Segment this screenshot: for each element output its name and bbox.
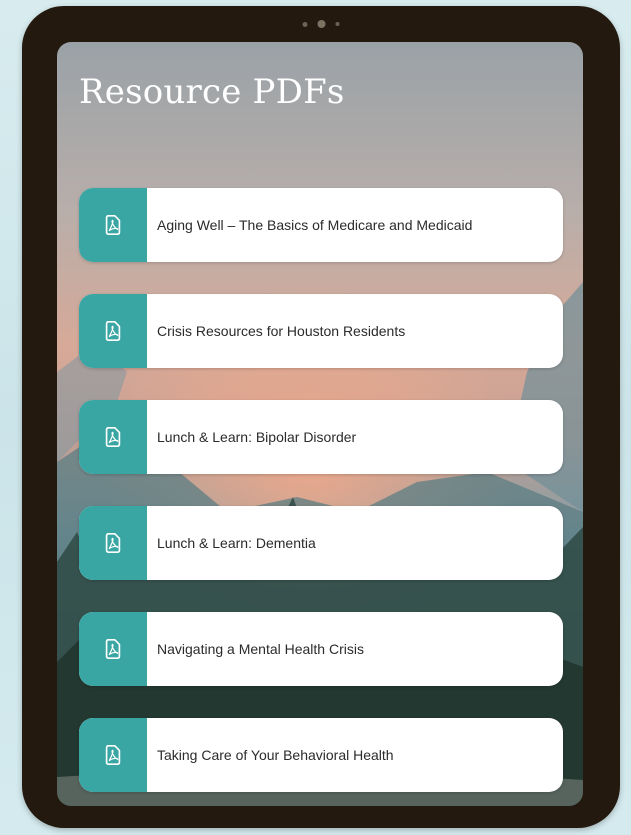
resource-item-crisis-resources[interactable]: Crisis Resources for Houston Residents [79, 294, 563, 368]
pdf-icon [105, 427, 121, 447]
pdf-icon [105, 639, 121, 659]
tablet-screen: Resource PDFs Aging Well – The Basics of… [57, 42, 583, 806]
resource-item-bipolar-disorder[interactable]: Lunch & Learn: Bipolar Disorder [79, 400, 563, 474]
resource-item-label: Navigating a Mental Health Crisis [157, 641, 364, 657]
sensor-dot [302, 21, 308, 27]
resource-item-dementia[interactable]: Lunch & Learn: Dementia [79, 506, 563, 580]
pdf-icon-badge [79, 506, 147, 580]
resource-item-label: Lunch & Learn: Dementia [157, 535, 316, 551]
resource-item-mental-health-crisis[interactable]: Navigating a Mental Health Crisis [79, 612, 563, 686]
camera-bar [302, 20, 340, 28]
pdf-icon [105, 215, 121, 235]
sensor-dot [335, 22, 340, 26]
pdf-icon-badge [79, 400, 147, 474]
pdf-icon-badge [79, 718, 147, 792]
tablet-frame: Resource PDFs Aging Well – The Basics of… [22, 6, 620, 828]
resource-item-label: Taking Care of Your Behavioral Health [157, 747, 394, 763]
page-title: Resource PDFs [79, 72, 345, 112]
resource-item-aging-well[interactable]: Aging Well – The Basics of Medicare and … [79, 188, 563, 262]
resource-item-behavioral-health[interactable]: Taking Care of Your Behavioral Health [79, 718, 563, 792]
pdf-icon [105, 321, 121, 341]
page-background: Resource PDFs Aging Well – The Basics of… [0, 0, 631, 835]
resource-item-label: Lunch & Learn: Bipolar Disorder [157, 429, 357, 445]
pdf-icon [105, 533, 121, 553]
resource-list: Aging Well – The Basics of Medicare and … [79, 188, 563, 806]
pdf-icon-badge [79, 612, 147, 686]
camera-lens [317, 20, 326, 28]
pdf-icon [105, 745, 121, 765]
pdf-icon-badge [79, 294, 147, 368]
resource-item-label: Crisis Resources for Houston Residents [157, 323, 406, 339]
pdf-icon-badge [79, 188, 147, 262]
resource-item-label: Aging Well – The Basics of Medicare and … [157, 217, 473, 233]
